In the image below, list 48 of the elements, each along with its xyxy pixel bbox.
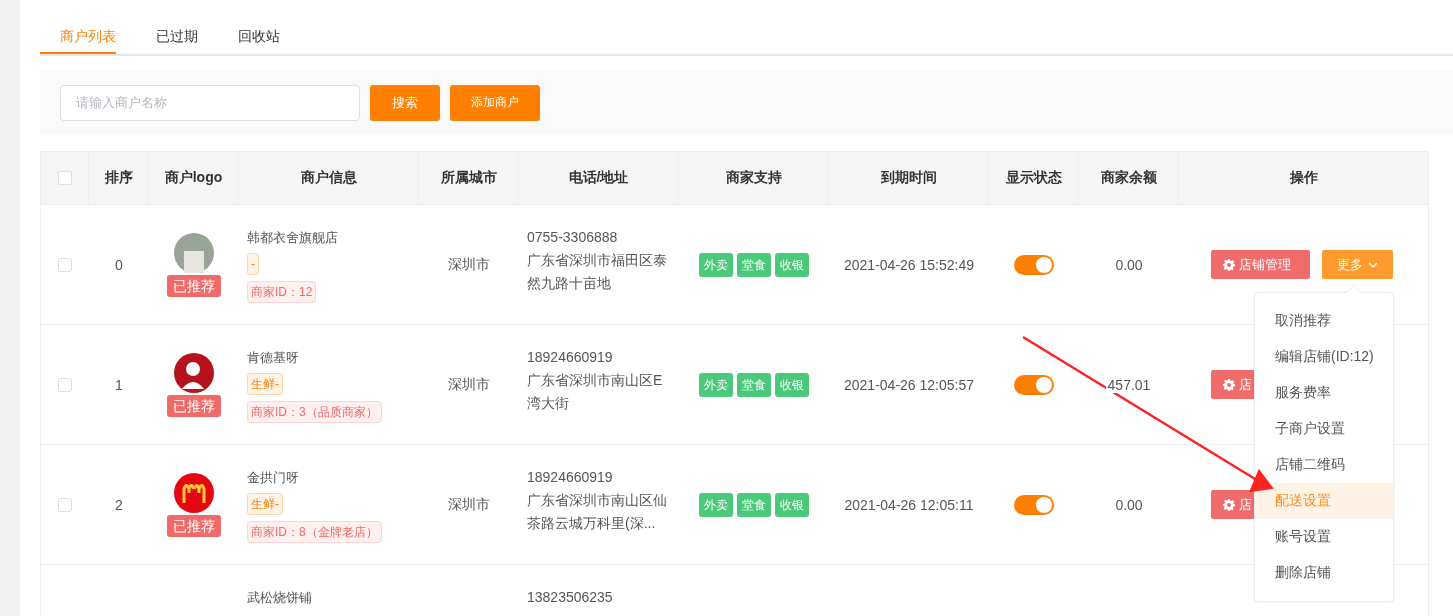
category-tag: 生鲜- bbox=[247, 493, 283, 515]
merchant-name: 金拱门呀 bbox=[247, 469, 299, 487]
column-header: 商家支持 bbox=[725, 169, 782, 187]
merchant-id-tag: 商家ID：3（品质商家） bbox=[247, 401, 382, 423]
column-header: 到期时间 bbox=[880, 169, 937, 187]
recommended-badge: 已推荐 bbox=[167, 514, 221, 537]
phone-number: 18924660919 bbox=[527, 349, 613, 365]
address: 广东省深圳市福田区泰然九路十亩地 bbox=[527, 251, 668, 293]
recommended-badge: 已推荐 bbox=[167, 274, 221, 297]
column-header: 商户logo bbox=[164, 169, 223, 187]
column-header: 显示状态 bbox=[1005, 169, 1062, 187]
column-header: 商家余额 bbox=[1100, 169, 1157, 187]
category-tag: - bbox=[247, 253, 259, 275]
column-header: 电话/地址 bbox=[568, 169, 629, 187]
phone-number: 13823506235 bbox=[527, 589, 613, 605]
order-number: 0 bbox=[115, 256, 123, 273]
merchant-name: 武松烧饼铺 bbox=[247, 589, 312, 607]
city: 深圳市 bbox=[448, 375, 490, 394]
support-tag: 堂食 bbox=[737, 492, 771, 517]
order-number: 2 bbox=[115, 496, 123, 513]
support-tag: 外卖 bbox=[699, 252, 733, 277]
address: 广东省深圳市南山区仙茶路云城万科里(深... bbox=[527, 491, 668, 533]
city: 深圳市 bbox=[448, 495, 490, 514]
support-tag: 外卖 bbox=[699, 492, 733, 517]
expiry-time: 2021-04-26 15:52:49 bbox=[844, 256, 974, 273]
category-tag: 生鲜- bbox=[247, 373, 283, 395]
support-tag: 堂食 bbox=[737, 372, 771, 397]
merchant-id-tag: 商家ID：12 bbox=[247, 281, 317, 303]
expiry-time: 2021-04-26 12:05:11 bbox=[844, 496, 974, 513]
support-tag: 堂食 bbox=[737, 252, 771, 277]
column-header: 操作 bbox=[1289, 169, 1318, 187]
merchant-name: 肯德基呀 bbox=[247, 349, 299, 367]
support-tag: 外卖 bbox=[699, 372, 733, 397]
address: 广东省深圳市南山区E湾大街 bbox=[527, 371, 664, 413]
phone-number: 0755-3306888 bbox=[527, 229, 618, 245]
support-tag: 收银 bbox=[775, 492, 809, 517]
recommended-badge: 已推荐 bbox=[167, 394, 221, 417]
order-number: 1 bbox=[115, 376, 123, 393]
city: 深圳市 bbox=[448, 255, 490, 274]
support-tag: 收银 bbox=[775, 372, 809, 397]
column-header: 商户信息 bbox=[300, 169, 357, 187]
phone-number: 18924660919 bbox=[527, 469, 613, 485]
column-header: 所属城市 bbox=[440, 169, 497, 187]
merchant-name: 韩都衣舍旗舰店 bbox=[247, 229, 338, 247]
merchant-id-tag: 商家ID：8（金牌老店） bbox=[247, 521, 382, 543]
column-header: 排序 bbox=[104, 169, 133, 187]
support-tag: 收银 bbox=[775, 252, 809, 277]
expiry-time: 2021-04-26 12:05:57 bbox=[844, 376, 974, 393]
